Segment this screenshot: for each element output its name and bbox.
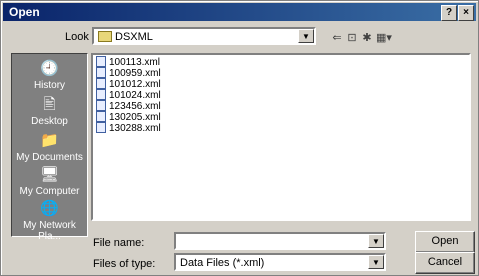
xml-file-icon bbox=[96, 56, 106, 67]
new-folder-icon[interactable]: ✱ bbox=[359, 31, 375, 45]
title-bar[interactable]: Open ? × bbox=[3, 3, 476, 21]
xml-file-icon bbox=[96, 122, 106, 133]
help-button[interactable]: ? bbox=[441, 5, 457, 21]
file-type-value: Data Files (*.xml) bbox=[180, 257, 265, 269]
place-label: My Network Pla... bbox=[23, 220, 76, 242]
dialog-title: Open bbox=[9, 5, 40, 19]
my-computer-icon: 🖥 bbox=[39, 166, 60, 183]
up-folder-icon[interactable]: ⊡ bbox=[344, 31, 360, 45]
place-label: My Computer bbox=[19, 186, 80, 197]
place-network[interactable]: 🌐 My Network Pla... bbox=[12, 200, 87, 242]
place-my-computer[interactable]: 🖥 My Computer bbox=[12, 166, 87, 197]
back-icon[interactable]: ⇐ bbox=[329, 31, 345, 45]
list-item[interactable]: 130288.xml bbox=[96, 122, 161, 134]
history-icon: 🕘 bbox=[40, 60, 59, 77]
xml-file-icon bbox=[96, 89, 106, 100]
cancel-button[interactable]: Cancel bbox=[415, 252, 475, 274]
place-label: Desktop bbox=[31, 116, 68, 127]
places-bar: 🕘 History 🖹 Desktop 📁 My Documents 🖥 My … bbox=[11, 53, 88, 242]
close-button[interactable]: × bbox=[458, 5, 474, 21]
place-desktop[interactable]: 🖹 Desktop bbox=[12, 96, 87, 127]
folder-icon bbox=[98, 30, 112, 42]
views-menu-icon[interactable]: ▦▾ bbox=[374, 31, 394, 45]
xml-file-icon bbox=[96, 67, 106, 78]
place-label: My Documents bbox=[16, 152, 83, 163]
file-type-label: Files of type: bbox=[93, 258, 156, 270]
file-type-select[interactable]: Data Files (*.xml) ▼ bbox=[174, 253, 386, 271]
look-in-value: DSXML bbox=[98, 30, 153, 43]
file-name-label: File name: bbox=[93, 237, 145, 249]
chevron-down-icon[interactable]: ▼ bbox=[298, 29, 314, 43]
place-label: History bbox=[33, 80, 66, 91]
file-list[interactable]: 100113.xml 100959.xml 101012.xml 101024.… bbox=[91, 53, 471, 221]
file-name-field[interactable]: ▼ bbox=[174, 232, 386, 250]
network-places-icon: 🌐 bbox=[40, 200, 59, 217]
xml-file-icon bbox=[96, 100, 106, 111]
xml-file-icon bbox=[96, 78, 106, 89]
xml-file-icon bbox=[96, 111, 106, 122]
open-button[interactable]: Open bbox=[415, 231, 475, 253]
my-documents-icon: 📁 bbox=[40, 132, 59, 149]
place-history[interactable]: 🕘 History bbox=[12, 60, 87, 91]
chevron-down-icon[interactable]: ▼ bbox=[368, 234, 384, 248]
desktop-icon: 🖹 bbox=[43, 96, 56, 113]
chevron-down-icon[interactable]: ▼ bbox=[368, 255, 384, 269]
place-my-documents[interactable]: 📁 My Documents bbox=[12, 132, 87, 163]
open-dialog: Open ? × Look in: DSXML ▼ ⇐ ⊡ ✱ ▦▾ 🕘 His… bbox=[0, 0, 479, 276]
look-in-combo[interactable]: DSXML ▼ bbox=[92, 27, 316, 45]
